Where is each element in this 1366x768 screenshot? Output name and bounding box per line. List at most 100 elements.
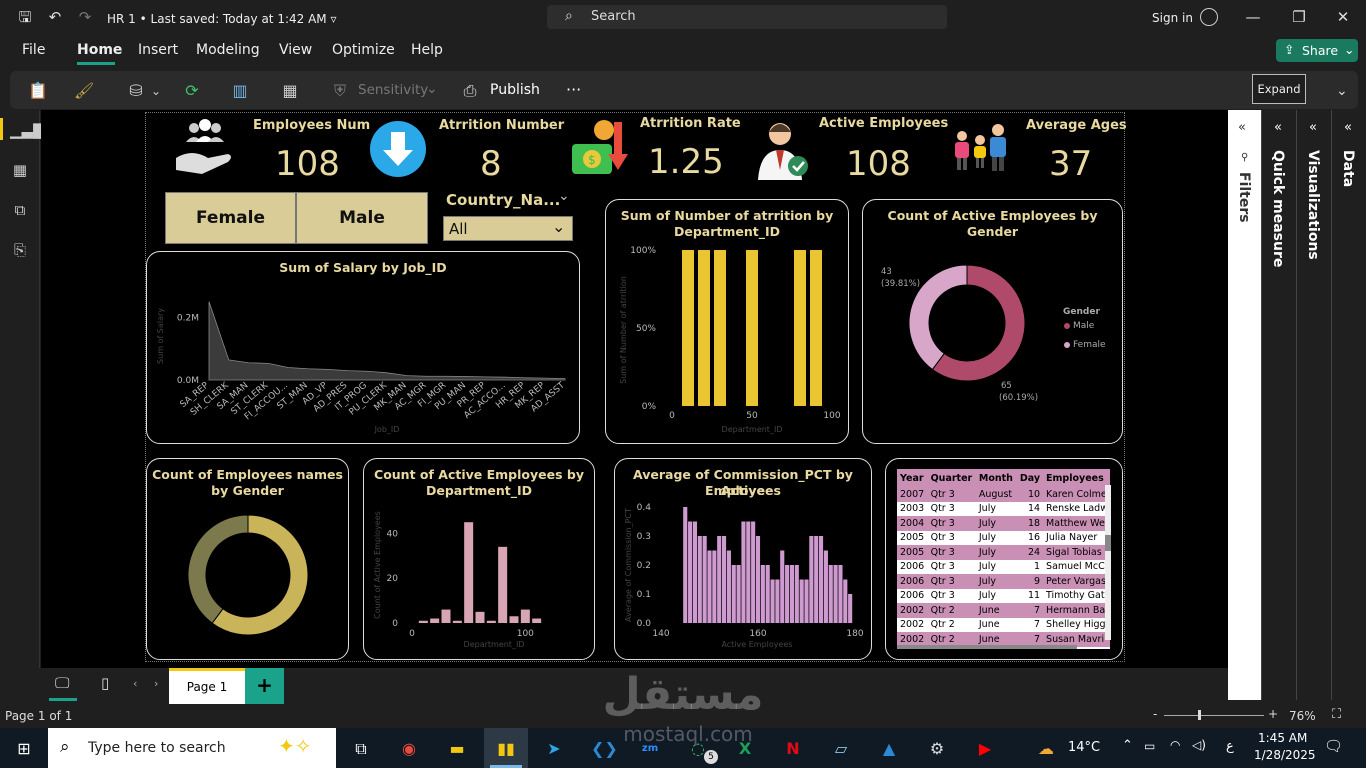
prev-page-icon[interactable]: ‹ (133, 677, 137, 690)
netflix-icon[interactable]: N (782, 738, 804, 760)
table-header-day[interactable]: Day (1016, 469, 1044, 487)
zoom-out-button[interactable]: - (1153, 707, 1157, 721)
quick-measure-label[interactable]: Quick measure (1270, 150, 1286, 267)
male-slicer-button[interactable]: Male (296, 192, 428, 244)
language-indicator[interactable]: ع (1226, 739, 1234, 754)
publish-button[interactable]: Publish (490, 82, 540, 98)
taskbar-search[interactable]: ⌕ Type here to search ✦✧ (48, 728, 336, 768)
attrition-by-dept-card[interactable]: Sum of Number of atrrition by Department… (605, 199, 849, 444)
chevron-up-icon[interactable]: ⌃ (1122, 738, 1133, 753)
redo-icon[interactable]: ↷ (76, 8, 94, 26)
dax-query-icon[interactable]: ⎘ (10, 240, 30, 260)
country-dropdown[interactable]: All ⌄ (443, 216, 573, 241)
table-view-icon[interactable]: ▦ (10, 160, 30, 180)
names-by-gender-card[interactable]: Count of Employees names by Gender (146, 458, 349, 660)
page-1-tab[interactable]: Page 1 (169, 668, 245, 704)
save-icon[interactable]: 🖫 (16, 8, 34, 26)
chevron-down-icon[interactable]: ⌄ (558, 188, 570, 204)
zoom-in-button[interactable]: + (1268, 707, 1278, 721)
employees-table[interactable]: Year Quarter Month Day Employees 2007 Qtr 3 Au… (897, 469, 1110, 649)
search-box[interactable]: ⌕ Search (547, 5, 947, 29)
task-view-icon[interactable]: ⧉ (350, 738, 372, 760)
notifications-icon[interactable]: 🗨 (1324, 737, 1343, 755)
legend-female-label[interactable]: Female (1073, 340, 1106, 350)
more-options-button[interactable]: ··· (566, 80, 581, 99)
visualizations-label[interactable]: Visualizations (1305, 150, 1321, 260)
next-page-icon[interactable]: › (154, 677, 158, 690)
windows-start-icon[interactable]: ⊞ (13, 738, 35, 760)
menu-optimize[interactable]: Optimize (332, 42, 395, 58)
table-header-employees[interactable]: Employees (1043, 469, 1110, 487)
legend-male-label[interactable]: Male (1073, 321, 1094, 331)
table-row[interactable]: 2006 Qtr 3 July 11 Timothy Gat (897, 588, 1110, 603)
wifi-icon[interactable]: ◠ (1170, 738, 1180, 752)
notepad-icon[interactable]: ▱ (830, 738, 852, 760)
publish-icon[interactable]: ⎙ (460, 81, 480, 101)
table-row[interactable]: 2004 Qtr 3 July 18 Matthew We (897, 516, 1110, 531)
commission-card[interactable]: Average of Commission_PCT by Active Empl… (614, 458, 872, 660)
active-by-gender-card[interactable]: Count of Active Employees by Gender 43 (… (862, 199, 1123, 444)
mobile-layout-icon[interactable]: ▯ (101, 674, 109, 692)
collapse-icon[interactable]: « (1238, 120, 1246, 135)
table-header-year[interactable]: Year (897, 469, 928, 487)
table-row[interactable]: 2006 Qtr 3 July 1 Samuel McC (897, 559, 1110, 574)
refresh-icon[interactable]: ⟳ (182, 81, 202, 101)
paste-icon[interactable]: 📋 (28, 81, 48, 101)
powerbi-taskbar-button[interactable]: ▮▮ (484, 728, 528, 768)
weather-temp[interactable]: 14°C (1068, 740, 1100, 755)
fit-to-page-icon[interactable]: ⛶ (1332, 707, 1341, 722)
youtube-icon[interactable]: ▶ (974, 738, 996, 760)
expand-icon[interactable]: « (1344, 120, 1352, 135)
telegram-icon[interactable]: ➤ (543, 738, 565, 760)
model-view-icon[interactable]: ⧉ (10, 200, 30, 220)
clock-time[interactable]: 1:45 AM (1258, 731, 1307, 745)
data-pane[interactable]: « Data (1331, 110, 1366, 700)
chevron-down-icon[interactable]: ⌄ (1336, 83, 1348, 99)
active-by-dept-card[interactable]: Count of Active Employees by Department_… (363, 458, 595, 660)
table-row[interactable]: 2006 Qtr 3 July 9 Peter Vargas (897, 574, 1110, 589)
chrome-icon[interactable]: ◉ (398, 738, 420, 760)
menu-modeling[interactable]: Modeling (196, 42, 260, 58)
document-title[interactable]: HR 1 • Last saved: Today at 1:42 AM ▿ (107, 12, 337, 26)
format-painter-icon[interactable]: 🖌 (74, 81, 94, 101)
photos-icon[interactable]: ▲ (878, 738, 900, 760)
undo-icon[interactable]: ↶ (46, 8, 64, 26)
female-slicer-button[interactable]: Female (165, 192, 296, 244)
table-header-month[interactable]: Month (975, 469, 1017, 487)
menu-view[interactable]: View (279, 42, 312, 58)
table-row[interactable]: 2005 Qtr 3 July 24 Sigal Tobias (897, 545, 1110, 560)
menu-insert[interactable]: Insert (138, 42, 178, 58)
zoom-slider-thumb[interactable] (1198, 710, 1201, 720)
expand-icon[interactable]: « (1274, 120, 1282, 135)
menu-file[interactable]: File (22, 42, 45, 58)
report-view-icon[interactable]: ▁▃▇ (10, 120, 45, 140)
close-icon[interactable]: ✕ (1334, 8, 1352, 26)
account-icon[interactable] (1200, 8, 1218, 26)
battery-icon[interactable]: ▭ (1144, 739, 1155, 753)
sign-in-link[interactable]: Sign in (1152, 11, 1193, 25)
employees-table-card[interactable]: Year Quarter Month Day Employees 2007 Qtr 3 Au… (885, 458, 1123, 660)
clock-date[interactable]: 1/28/2025 (1254, 748, 1316, 762)
desktop-layout-icon[interactable]: 🖵 (55, 674, 69, 692)
chevron-down-icon[interactable]: ⌄ (146, 81, 166, 101)
filters-pane[interactable]: « ⚲ Filters (1228, 110, 1261, 700)
salary-by-job-card[interactable]: Sum of Salary by Job_ID 0.2M 0.0M SA_REP SH… (146, 251, 580, 444)
menu-home[interactable]: Home (77, 42, 122, 58)
menu-help[interactable]: Help (411, 42, 443, 58)
table-scrollbar[interactable] (1105, 485, 1111, 640)
filters-label[interactable]: Filters (1236, 172, 1252, 223)
minimize-icon[interactable]: — (1244, 8, 1262, 26)
table-row[interactable]: 2005 Qtr 3 July 16 Julia Nayer (897, 530, 1110, 545)
quick-measure-pane[interactable]: « Quick measure (1261, 110, 1296, 700)
get-data-icon[interactable]: ⛁ (126, 81, 146, 101)
calculator-icon[interactable]: ▦ (280, 81, 300, 101)
volume-icon[interactable]: ◁) (1192, 738, 1206, 752)
table-row[interactable]: 2002 Qtr 2 June 7 Shelley Higg (897, 617, 1110, 632)
visualizations-pane[interactable]: « Visualizations (1296, 110, 1331, 700)
table-header-quarter[interactable]: Quarter (927, 469, 976, 487)
file-explorer-icon[interactable]: ▬ (446, 738, 468, 760)
maximize-icon[interactable]: ❐ (1290, 8, 1308, 26)
data-label[interactable]: Data (1340, 150, 1356, 187)
new-visual-icon[interactable]: ▥ (230, 81, 250, 101)
table-hscrollbar[interactable] (897, 645, 1077, 649)
